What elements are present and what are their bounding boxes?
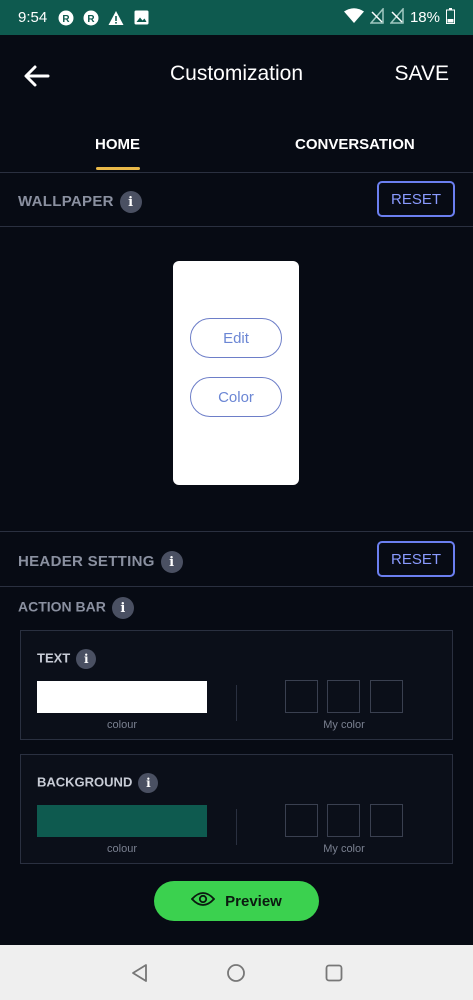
battery-text: 18% <box>409 9 440 26</box>
wallpaper-preview-area: Edit Color <box>0 226 473 532</box>
divider <box>236 685 237 721</box>
status-bar: 9:54 R R 18% <box>0 0 473 35</box>
wallpaper-section-label: WALLPAPER i <box>18 191 142 213</box>
my-color-slot[interactable] <box>327 804 360 837</box>
my-color-slot[interactable] <box>285 680 318 713</box>
nav-recents-icon[interactable] <box>323 962 345 984</box>
background-color-card: BACKGROUND i colour My color <box>20 754 453 864</box>
eye-icon <box>190 891 216 911</box>
wallpaper-preview-phone: Edit Color <box>173 261 299 485</box>
wallpaper-color-button[interactable]: Color <box>190 377 282 417</box>
image-icon <box>132 9 150 27</box>
tab-conversation[interactable]: CONVERSATION <box>295 136 415 153</box>
app-notification-icon: R <box>82 9 100 27</box>
nav-home-icon[interactable] <box>225 962 247 984</box>
divider <box>236 809 237 845</box>
info-icon[interactable]: i <box>138 773 159 793</box>
header-setting-label: HEADER SETTING i <box>18 551 183 573</box>
text-colour-caption: colour <box>107 719 137 731</box>
nav-back-icon[interactable] <box>129 962 151 984</box>
no-signal-icon <box>389 6 404 28</box>
header-setting-reset-button[interactable]: RESET <box>377 541 455 577</box>
background-colour-swatch[interactable] <box>37 805 207 837</box>
background-card-label: BACKGROUND i <box>37 773 159 793</box>
background-colour-caption: colour <box>107 843 137 855</box>
text-colour-swatch[interactable] <box>37 681 207 713</box>
save-button[interactable]: SAVE <box>395 62 449 86</box>
no-signal-icon <box>369 6 384 28</box>
my-color-slot[interactable] <box>327 680 360 713</box>
my-color-slot[interactable] <box>285 804 318 837</box>
tab-bar: HOME CONVERSATION <box>0 115 473 173</box>
my-color-caption: My color <box>323 719 365 731</box>
info-icon[interactable]: i <box>119 191 142 213</box>
info-icon[interactable]: i <box>111 597 134 619</box>
active-tab-indicator <box>96 167 140 170</box>
svg-text:R: R <box>63 14 71 25</box>
tab-home[interactable]: HOME <box>95 136 140 153</box>
battery-icon <box>446 7 455 28</box>
text-color-card: TEXT i colour My color <box>20 630 453 740</box>
app-notification-icon: R <box>57 9 75 27</box>
info-icon[interactable]: i <box>160 551 183 573</box>
text-card-label: TEXT i <box>37 649 97 669</box>
background-card-label-text: BACKGROUND <box>37 774 133 790</box>
preview-label: Preview <box>225 892 282 910</box>
status-time: 9:54 <box>18 9 48 26</box>
warning-icon <box>107 9 125 27</box>
wallpaper-edit-button[interactable]: Edit <box>190 318 282 358</box>
action-bar-label-text: ACTION BAR <box>18 598 106 615</box>
my-color-slot[interactable] <box>370 804 403 837</box>
wifi-icon <box>343 7 364 28</box>
text-card-label-text: TEXT <box>37 650 71 666</box>
preview-button[interactable]: Preview <box>154 881 319 921</box>
svg-text:R: R <box>88 14 96 25</box>
action-bar-label: ACTION BAR i <box>18 597 134 619</box>
system-navigation-bar <box>0 945 473 1000</box>
wallpaper-label-text: WALLPAPER <box>18 192 114 210</box>
app-bar: Customization SAVE <box>0 35 473 115</box>
header-setting-section: HEADER SETTING i RESET <box>0 533 473 587</box>
header-setting-label-text: HEADER SETTING <box>18 552 155 570</box>
info-icon[interactable]: i <box>76 649 97 669</box>
my-color-slot[interactable] <box>370 680 403 713</box>
wallpaper-reset-button[interactable]: RESET <box>377 181 455 217</box>
wallpaper-section-header: WALLPAPER i RESET <box>0 173 473 227</box>
my-color-caption: My color <box>323 843 365 855</box>
